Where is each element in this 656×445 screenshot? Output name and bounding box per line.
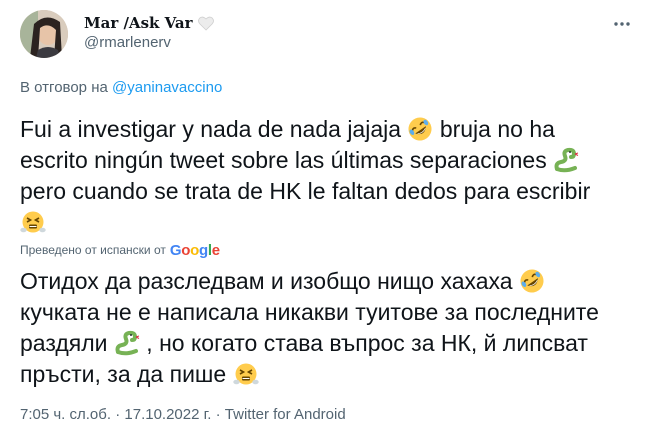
more-options-icon[interactable] <box>608 10 636 38</box>
translation-attribution: Преведено от испански от Google <box>20 240 220 260</box>
translated-text: Отидох да разследвам и изобщо нищо хахах… <box>20 266 620 390</box>
reply-prefix: В отговор на <box>20 79 108 96</box>
rolling-on-floor-laughing-emoji <box>407 116 433 142</box>
tweet-text-part: pero cuando se trata de HK le faltan ded… <box>20 178 591 204</box>
tweet-time[interactable]: 7:05 ч. сл.об. <box>20 406 111 423</box>
tweet-text-part: Fui a investigar y nada de nada jajaja <box>20 116 402 142</box>
name-row: Mar /Ask Var <box>84 12 214 34</box>
display-name[interactable]: Mar /Ask Var <box>84 14 193 32</box>
snake-emoji <box>114 330 140 356</box>
translated-text-part: Отидох да разследвам и изобщо нищо хахах… <box>20 268 513 294</box>
avatar[interactable] <box>20 10 68 58</box>
tweet-date[interactable]: 17.10.2022 г. <box>124 406 211 423</box>
tweet-source[interactable]: Twitter for Android <box>225 406 346 423</box>
google-logo[interactable]: Google <box>170 242 220 259</box>
reply-mention-link[interactable]: @yaninavaccino <box>112 79 222 96</box>
separator: · <box>115 406 121 423</box>
tweet-header: Mar /Ask Var @rmarlenerv <box>20 8 636 60</box>
face-with-steam-emoji <box>20 209 46 235</box>
tweet-text: Fui a investigar y nada de nada jajaja b… <box>20 114 620 238</box>
tweet-metadata: 7:05 ч. сл.об. · 17.10.2022 г. · Twitter… <box>20 406 346 423</box>
translation-label[interactable]: Преведено от испански от <box>20 243 166 257</box>
tweet-card: Mar /Ask Var @rmarlenerv В отговор на @y… <box>0 0 656 445</box>
snake-emoji <box>553 147 579 173</box>
rolling-on-floor-laughing-emoji <box>519 268 545 294</box>
separator: · <box>215 406 221 423</box>
user-handle[interactable]: @rmarlenerv <box>84 34 171 51</box>
face-with-steam-emoji <box>232 361 259 387</box>
white-heart-icon <box>197 16 214 31</box>
reply-context: В отговор на @yaninavaccino <box>20 79 222 96</box>
